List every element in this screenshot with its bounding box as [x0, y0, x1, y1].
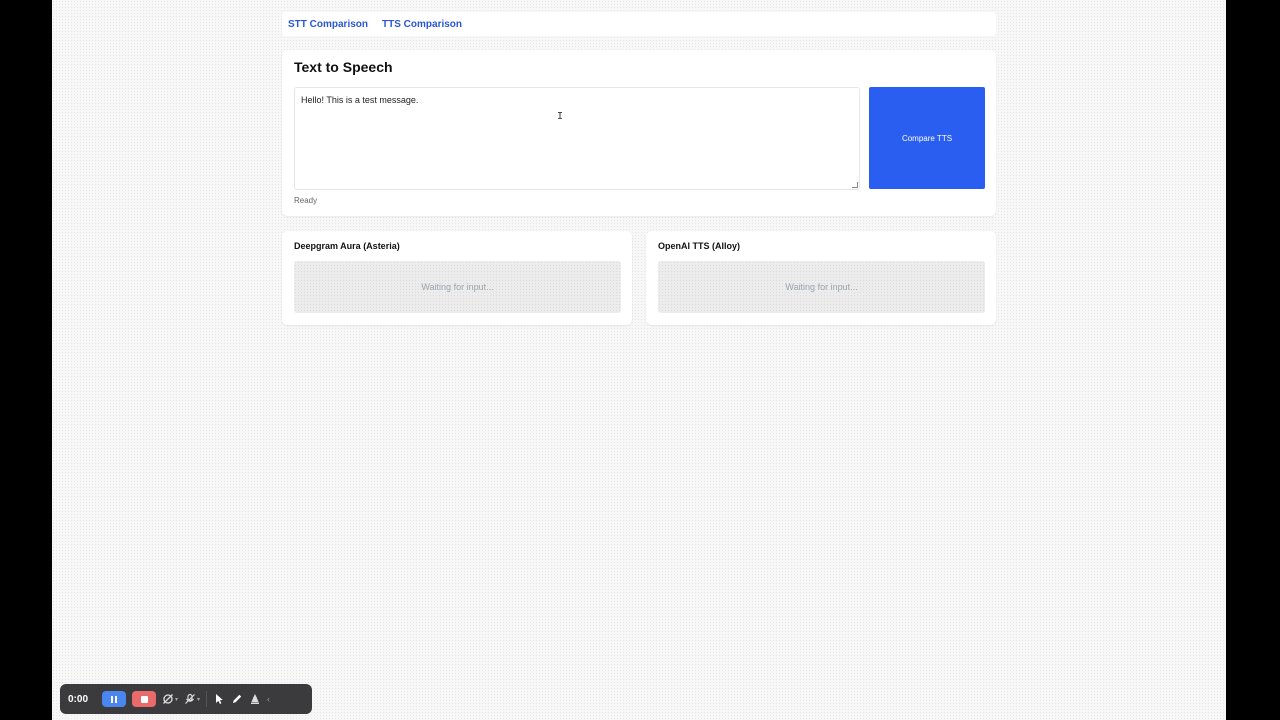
- pen-icon: [233, 694, 242, 703]
- camera-off-icon: [163, 694, 173, 704]
- browser-viewport: STT Comparison TTS Comparison Text to Sp…: [52, 0, 1226, 720]
- eraser-icon: [251, 694, 260, 704]
- collapse-toolbar[interactable]: ‹: [267, 694, 270, 704]
- compare-tts-button[interactable]: Compare TTS: [869, 87, 985, 189]
- camera-toggle[interactable]: ▾: [162, 693, 178, 705]
- text-input[interactable]: Hello! This is a test message. I: [294, 87, 860, 190]
- pause-icon-bar: [115, 695, 117, 703]
- chevron-left-icon: ‹: [267, 694, 271, 704]
- result-title: Deepgram Aura (Asteria): [294, 241, 400, 251]
- pointer-icon: [216, 694, 223, 704]
- chevron-down-icon: ▾: [197, 696, 201, 703]
- audio-placeholder: Waiting for input...: [294, 261, 621, 313]
- stop-icon: [140, 695, 148, 703]
- mic-off-icon: [185, 693, 195, 704]
- text-cursor-icon: I: [557, 111, 564, 122]
- status-text: Ready: [294, 196, 318, 205]
- tts-input-card: Text to Speech Hello! This is a test mes…: [282, 50, 996, 216]
- page-title: Text to Speech: [294, 59, 393, 75]
- recording-time: 0:00: [68, 693, 89, 705]
- mic-toggle[interactable]: ▾: [184, 693, 200, 705]
- nav-link-stt-comparison[interactable]: STT Comparison: [288, 19, 368, 30]
- recording-toolbar: 0:00 ▾ ▾ ‹: [60, 684, 312, 714]
- result-card-deepgram: Deepgram Aura (Asteria) Waiting for inpu…: [282, 231, 632, 325]
- audio-placeholder: Waiting for input...: [658, 261, 985, 313]
- nav-link-tts-comparison[interactable]: TTS Comparison: [382, 19, 462, 30]
- pause-button[interactable]: [102, 691, 126, 707]
- chevron-down-icon: ▾: [175, 696, 179, 703]
- result-title: OpenAI TTS (Alloy): [658, 241, 740, 251]
- pause-icon: [111, 695, 113, 703]
- toolbar-divider: [206, 691, 208, 707]
- pointer-tool[interactable]: [213, 693, 225, 705]
- text-input-value: Hello! This is a test message.: [301, 95, 419, 105]
- eraser-tool[interactable]: [249, 693, 261, 705]
- top-nav: STT Comparison TTS Comparison: [282, 12, 996, 36]
- pen-tool[interactable]: [231, 693, 243, 705]
- stop-button[interactable]: [132, 691, 156, 707]
- result-card-openai: OpenAI TTS (Alloy) Waiting for input...: [646, 231, 996, 325]
- resize-handle-icon[interactable]: [852, 182, 858, 188]
